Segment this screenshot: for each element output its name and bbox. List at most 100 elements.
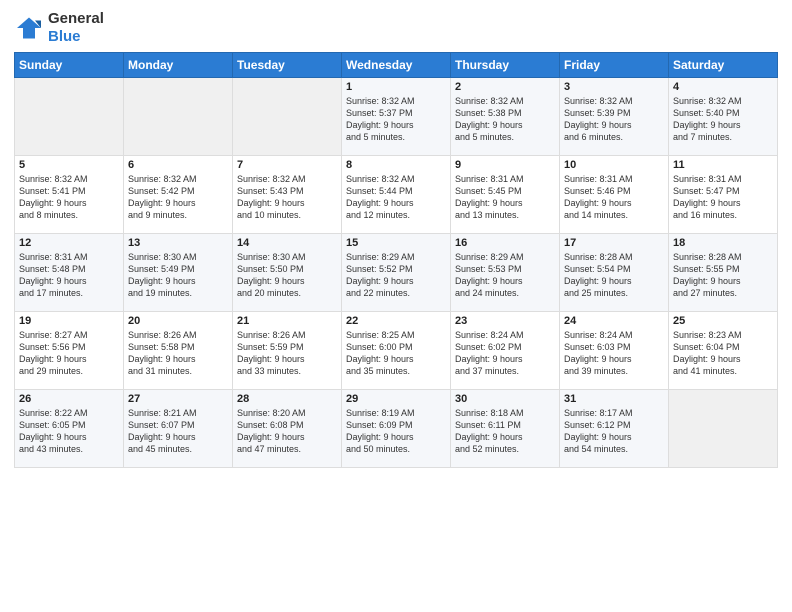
day-number: 31 [564,393,664,405]
day-number: 10 [564,159,664,171]
day-info: Sunrise: 8:24 AM Sunset: 6:03 PM Dayligh… [564,329,664,378]
day-info: Sunrise: 8:17 AM Sunset: 6:12 PM Dayligh… [564,407,664,456]
calendar-cell: 12 Sunrise: 8:31 AM Sunset: 5:48 PM Dayli… [15,234,124,312]
calendar-cell: 29 Sunrise: 8:19 AM Sunset: 6:09 PM Dayli… [342,390,451,468]
calendar-cell: 28 Sunrise: 8:20 AM Sunset: 6:08 PM Dayli… [233,390,342,468]
header-day-tuesday: Tuesday [233,53,342,78]
calendar-cell: 10 Sunrise: 8:31 AM Sunset: 5:46 PM Dayli… [560,156,669,234]
day-number: 3 [564,81,664,93]
header-day-monday: Monday [124,53,233,78]
day-number: 28 [237,393,337,405]
day-info: Sunrise: 8:22 AM Sunset: 6:05 PM Dayligh… [19,407,119,456]
day-info: Sunrise: 8:31 AM Sunset: 5:46 PM Dayligh… [564,173,664,222]
logo-icon [14,13,44,43]
day-info: Sunrise: 8:32 AM Sunset: 5:42 PM Dayligh… [128,173,228,222]
calendar-cell [233,78,342,156]
calendar-cell: 17 Sunrise: 8:28 AM Sunset: 5:54 PM Dayli… [560,234,669,312]
header-day-sunday: Sunday [15,53,124,78]
day-number: 22 [346,315,446,327]
day-info: Sunrise: 8:32 AM Sunset: 5:41 PM Dayligh… [19,173,119,222]
day-number: 19 [19,315,119,327]
day-number: 1 [346,81,446,93]
calendar-cell: 23 Sunrise: 8:24 AM Sunset: 6:02 PM Dayli… [451,312,560,390]
day-info: Sunrise: 8:29 AM Sunset: 5:53 PM Dayligh… [455,251,555,300]
day-info: Sunrise: 8:21 AM Sunset: 6:07 PM Dayligh… [128,407,228,456]
calendar-cell [15,78,124,156]
calendar-cell: 6Sunrise: 8:32 AM Sunset: 5:42 PM Daylig… [124,156,233,234]
calendar-cell: 3 Sunrise: 8:32 AM Sunset: 5:39 PM Daylig… [560,78,669,156]
day-number: 27 [128,393,228,405]
day-info: Sunrise: 8:28 AM Sunset: 5:55 PM Dayligh… [673,251,773,300]
day-number: 13 [128,237,228,249]
calendar-week-4: 19 Sunrise: 8:27 AM Sunset: 5:56 PM Dayli… [15,312,778,390]
day-info: Sunrise: 8:23 AM Sunset: 6:04 PM Dayligh… [673,329,773,378]
day-info: Sunrise: 8:30 AM Sunset: 5:49 PM Dayligh… [128,251,228,300]
day-info: Sunrise: 8:24 AM Sunset: 6:02 PM Dayligh… [455,329,555,378]
calendar-cell: 19 Sunrise: 8:27 AM Sunset: 5:56 PM Dayli… [15,312,124,390]
day-info: Sunrise: 8:32 AM Sunset: 5:43 PM Dayligh… [237,173,337,222]
header-day-wednesday: Wednesday [342,53,451,78]
day-info: Sunrise: 8:26 AM Sunset: 5:59 PM Dayligh… [237,329,337,378]
day-number: 4 [673,81,773,93]
day-info: Sunrise: 8:26 AM Sunset: 5:58 PM Dayligh… [128,329,228,378]
calendar-cell: 31 Sunrise: 8:17 AM Sunset: 6:12 PM Dayli… [560,390,669,468]
day-number: 24 [564,315,664,327]
calendar-cell [124,78,233,156]
day-info: Sunrise: 8:20 AM Sunset: 6:08 PM Dayligh… [237,407,337,456]
calendar-cell: 30 Sunrise: 8:18 AM Sunset: 6:11 PM Dayli… [451,390,560,468]
calendar-cell: 20 Sunrise: 8:26 AM Sunset: 5:58 PM Dayli… [124,312,233,390]
calendar-cell: 18Sunrise: 8:28 AM Sunset: 5:55 PM Dayli… [669,234,778,312]
day-info: Sunrise: 8:32 AM Sunset: 5:40 PM Dayligh… [673,95,773,144]
day-info: Sunrise: 8:32 AM Sunset: 5:37 PM Dayligh… [346,95,446,144]
day-info: Sunrise: 8:31 AM Sunset: 5:47 PM Dayligh… [673,173,773,222]
calendar-cell: 21 Sunrise: 8:26 AM Sunset: 5:59 PM Dayli… [233,312,342,390]
day-info: Sunrise: 8:32 AM Sunset: 5:39 PM Dayligh… [564,95,664,144]
calendar-cell: 16 Sunrise: 8:29 AM Sunset: 5:53 PM Dayli… [451,234,560,312]
day-number: 30 [455,393,555,405]
header-day-friday: Friday [560,53,669,78]
day-number: 23 [455,315,555,327]
day-number: 20 [128,315,228,327]
calendar-cell: 2 Sunrise: 8:32 AM Sunset: 5:38 PM Daylig… [451,78,560,156]
day-number: 11 [673,159,773,171]
day-number: 17 [564,237,664,249]
day-number: 12 [19,237,119,249]
day-info: Sunrise: 8:18 AM Sunset: 6:11 PM Dayligh… [455,407,555,456]
calendar-cell [669,390,778,468]
calendar-cell: 5Sunrise: 8:32 AM Sunset: 5:41 PM Daylig… [15,156,124,234]
calendar-cell: 25Sunrise: 8:23 AM Sunset: 6:04 PM Dayli… [669,312,778,390]
calendar-cell: 7Sunrise: 8:32 AM Sunset: 5:43 PM Daylig… [233,156,342,234]
day-info: Sunrise: 8:19 AM Sunset: 6:09 PM Dayligh… [346,407,446,456]
day-info: Sunrise: 8:27 AM Sunset: 5:56 PM Dayligh… [19,329,119,378]
day-info: Sunrise: 8:31 AM Sunset: 5:48 PM Dayligh… [19,251,119,300]
calendar-cell: 13 Sunrise: 8:30 AM Sunset: 5:49 PM Dayli… [124,234,233,312]
header-row: SundayMondayTuesdayWednesdayThursdayFrid… [15,53,778,78]
day-number: 8 [346,159,446,171]
calendar-cell: 9Sunrise: 8:31 AM Sunset: 5:45 PM Daylig… [451,156,560,234]
calendar-week-1: 1 Sunrise: 8:32 AM Sunset: 5:37 PM Daylig… [15,78,778,156]
day-number: 16 [455,237,555,249]
day-info: Sunrise: 8:29 AM Sunset: 5:52 PM Dayligh… [346,251,446,300]
day-number: 29 [346,393,446,405]
calendar-cell: 4 Sunrise: 8:32 AM Sunset: 5:40 PM Daylig… [669,78,778,156]
calendar-cell: 11 Sunrise: 8:31 AM Sunset: 5:47 PM Dayli… [669,156,778,234]
day-number: 9 [455,159,555,171]
day-number: 14 [237,237,337,249]
day-info: Sunrise: 8:32 AM Sunset: 5:38 PM Dayligh… [455,95,555,144]
calendar-cell: 26 Sunrise: 8:22 AM Sunset: 6:05 PM Dayli… [15,390,124,468]
calendar-week-2: 5Sunrise: 8:32 AM Sunset: 5:41 PM Daylig… [15,156,778,234]
calendar-cell: 8 Sunrise: 8:32 AM Sunset: 5:44 PM Daylig… [342,156,451,234]
calendar-cell: 27 Sunrise: 8:21 AM Sunset: 6:07 PM Dayli… [124,390,233,468]
day-number: 21 [237,315,337,327]
day-info: Sunrise: 8:32 AM Sunset: 5:44 PM Dayligh… [346,173,446,222]
calendar-cell: 1 Sunrise: 8:32 AM Sunset: 5:37 PM Daylig… [342,78,451,156]
day-info: Sunrise: 8:28 AM Sunset: 5:54 PM Dayligh… [564,251,664,300]
calendar-cell: 22Sunrise: 8:25 AM Sunset: 6:00 PM Dayli… [342,312,451,390]
calendar-week-5: 26 Sunrise: 8:22 AM Sunset: 6:05 PM Dayli… [15,390,778,468]
day-number: 2 [455,81,555,93]
logo-text: General Blue [48,10,104,46]
calendar-cell: 15Sunrise: 8:29 AM Sunset: 5:52 PM Dayli… [342,234,451,312]
day-number: 26 [19,393,119,405]
calendar-cell: 24 Sunrise: 8:24 AM Sunset: 6:03 PM Dayli… [560,312,669,390]
header-day-saturday: Saturday [669,53,778,78]
